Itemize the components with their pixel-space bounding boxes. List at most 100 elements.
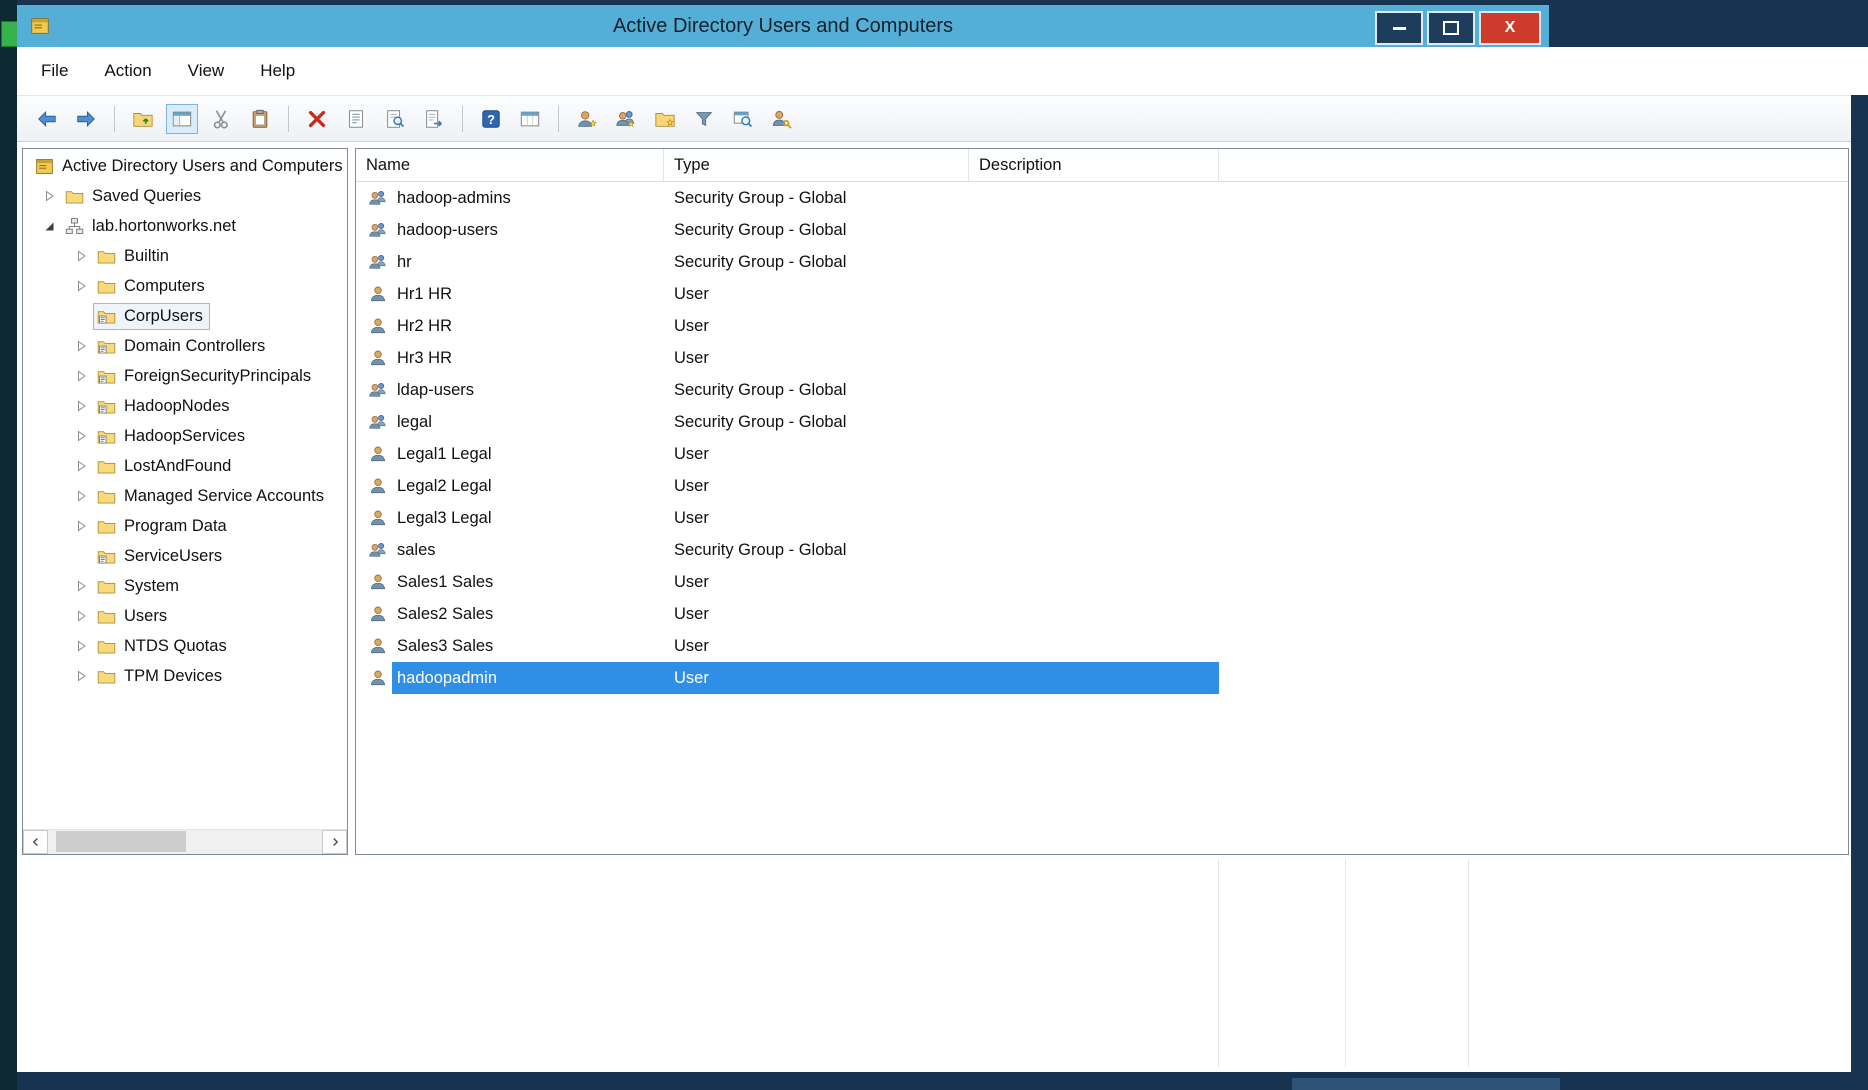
tree-item-users[interactable]: Users [23, 601, 347, 631]
cell-filler [1219, 470, 1848, 502]
list-row-hr1-hr[interactable]: Hr1 HR User [356, 278, 1848, 310]
column-header-name[interactable]: Name [356, 149, 664, 181]
expand-arrow-icon[interactable] [73, 248, 89, 264]
list-row-sales1-sales[interactable]: Sales1 Sales User [356, 566, 1848, 598]
change-user-icon[interactable] [766, 104, 798, 134]
menu-action[interactable]: Action [104, 61, 151, 81]
expand-arrow-icon[interactable] [73, 488, 89, 504]
tree-item-corpusers[interactable]: CorpUsers [23, 301, 347, 331]
scroll-left-button[interactable] [23, 830, 48, 854]
tree-item-hadoopservices[interactable]: HadoopServices [23, 421, 347, 451]
cell-name: Sales3 Sales [397, 636, 494, 655]
menu-help[interactable]: Help [260, 61, 295, 81]
cell-filler [1219, 406, 1848, 438]
collapse-arrow-icon[interactable] [41, 218, 57, 234]
scrollbar-thumb[interactable] [56, 831, 186, 852]
tree-item-saved-queries[interactable]: Saved Queries [23, 181, 347, 211]
expand-arrow-icon[interactable] [73, 368, 89, 384]
cell-name: hr [397, 252, 412, 271]
list-row-hadoop-admins[interactable]: hadoop-admins Security Group - Global [356, 182, 1848, 214]
list-row-sales2-sales[interactable]: Sales2 Sales User [356, 598, 1848, 630]
cell-description [969, 278, 1219, 310]
tree-item-hadoopnodes[interactable]: HadoopNodes [23, 391, 347, 421]
forward-icon[interactable] [70, 104, 102, 134]
back-icon[interactable] [31, 104, 63, 134]
help-icon[interactable]: ? [475, 104, 507, 134]
tree-item-active-directory-users-and-computers[interactable]: Active Directory Users and Computers [23, 151, 347, 181]
expand-arrow-icon[interactable] [73, 578, 89, 594]
menu-view[interactable]: View [188, 61, 225, 81]
new-ou-icon[interactable] [649, 104, 681, 134]
expand-arrow-icon[interactable] [73, 458, 89, 474]
properties-icon[interactable] [340, 104, 372, 134]
minimize-button[interactable] [1375, 11, 1423, 45]
export-list-icon[interactable] [418, 104, 450, 134]
tree-item-managed-service-accounts[interactable]: Managed Service Accounts [23, 481, 347, 511]
expand-arrow-icon[interactable] [73, 638, 89, 654]
menu-file[interactable]: File [41, 61, 68, 81]
tree-item-foreignsecurityprincipals[interactable]: ForeignSecurityPrincipals [23, 361, 347, 391]
list-row-hadoop-users[interactable]: hadoop-users Security Group - Global [356, 214, 1848, 246]
close-button[interactable]: X [1479, 11, 1541, 45]
list-row-sales3-sales[interactable]: Sales3 Sales User [356, 630, 1848, 662]
list-row-hr[interactable]: hr Security Group - Global [356, 246, 1848, 278]
delete-icon[interactable] [301, 104, 333, 134]
list-row-legal[interactable]: legal Security Group - Global [356, 406, 1848, 438]
list-row-hadoopadmin[interactable]: hadoopadmin User [356, 662, 1848, 694]
tree-item-system[interactable]: System [23, 571, 347, 601]
tree-item-label: Saved Queries [92, 186, 202, 205]
tree-item-builtin[interactable]: Builtin [23, 241, 347, 271]
up-one-level-icon[interactable] [127, 104, 159, 134]
refresh-icon[interactable] [379, 104, 411, 134]
new-group-icon[interactable] [610, 104, 642, 134]
cell-name: Legal1 Legal [397, 444, 492, 463]
cut-icon[interactable] [205, 104, 237, 134]
find-icon[interactable] [727, 104, 759, 134]
tree-item-inner: ServiceUsers [93, 543, 229, 570]
user-icon [356, 438, 392, 470]
expand-arrow-icon[interactable] [73, 278, 89, 294]
expand-arrow-icon[interactable] [73, 428, 89, 444]
filter-icon[interactable] [688, 104, 720, 134]
titlebar[interactable]: Active Directory Users and Computers X [17, 5, 1549, 47]
tree-item-inner: Domain Controllers [93, 333, 272, 360]
tree-item-label: Managed Service Accounts [124, 486, 324, 505]
cell-name: Legal3 Legal [397, 508, 492, 527]
list-row-hr3-hr[interactable]: Hr3 HR User [356, 342, 1848, 374]
tree-item-ntds-quotas[interactable]: NTDS Quotas [23, 631, 347, 661]
expand-arrow-icon[interactable] [73, 338, 89, 354]
list-row-ldap-users[interactable]: ldap-users Security Group - Global [356, 374, 1848, 406]
tree-item-lostandfound[interactable]: LostAndFound [23, 451, 347, 481]
paste-icon[interactable] [244, 104, 276, 134]
tree-item-lab-hortonworks-net[interactable]: lab.hortonworks.net [23, 211, 347, 241]
console-tree-icon[interactable] [166, 103, 198, 134]
maximize-button[interactable] [1427, 11, 1475, 45]
tree-item-inner: HadoopNodes [93, 393, 237, 420]
cell-description [969, 246, 1219, 278]
tree-item-serviceusers[interactable]: ServiceUsers [23, 541, 347, 571]
user-icon [356, 278, 392, 310]
expand-arrow-icon[interactable] [73, 398, 89, 414]
expand-arrow-icon[interactable] [73, 668, 89, 684]
list-row-sales[interactable]: sales Security Group - Global [356, 534, 1848, 566]
list-row-hr2-hr[interactable]: Hr2 HR User [356, 310, 1848, 342]
list-row-legal2-legal[interactable]: Legal2 Legal User [356, 470, 1848, 502]
window-icon[interactable] [514, 104, 546, 134]
expand-arrow-icon[interactable] [73, 608, 89, 624]
expand-arrow-icon[interactable] [41, 188, 57, 204]
column-header-description[interactable]: Description [969, 149, 1219, 181]
tree-item-domain-controllers[interactable]: Domain Controllers [23, 331, 347, 361]
tree-item-inner: HadoopServices [93, 423, 252, 450]
scroll-right-button[interactable] [322, 830, 347, 854]
tree-item-computers[interactable]: Computers [23, 271, 347, 301]
tree-item-program-data[interactable]: Program Data [23, 511, 347, 541]
tree-item-tpm-devices[interactable]: TPM Devices [23, 661, 347, 691]
svg-text:?: ? [487, 112, 495, 127]
scrollbar-track[interactable] [48, 830, 322, 854]
new-user-icon[interactable] [571, 104, 603, 134]
expand-arrow-icon[interactable] [73, 518, 89, 534]
column-header-type[interactable]: Type [664, 149, 969, 181]
list-row-legal1-legal[interactable]: Legal1 Legal User [356, 438, 1848, 470]
list-row-legal3-legal[interactable]: Legal3 Legal User [356, 502, 1848, 534]
tree-horizontal-scrollbar[interactable] [23, 829, 347, 854]
